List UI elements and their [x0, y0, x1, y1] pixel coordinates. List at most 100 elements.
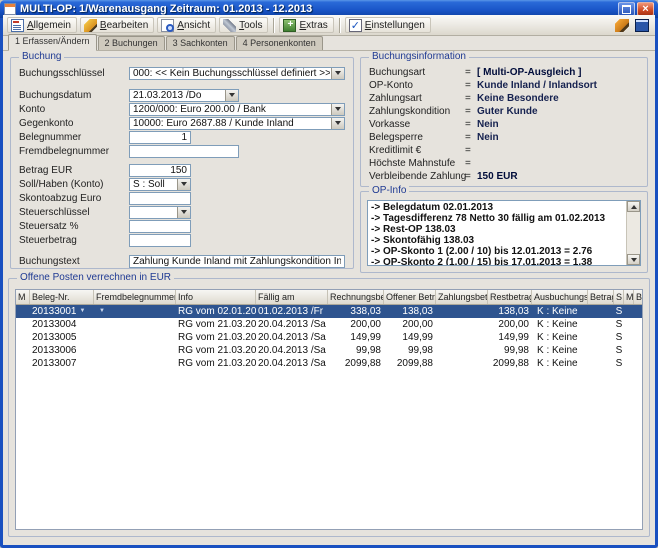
close-button[interactable]: × — [637, 2, 654, 16]
table-cell — [624, 318, 634, 331]
toolbar-button-ansicht[interactable]: Ansicht — [157, 17, 216, 33]
fremdbelegnummer-field[interactable] — [129, 145, 239, 158]
table-cell — [94, 357, 176, 370]
dropdown-button[interactable] — [331, 68, 344, 79]
dropdown-button[interactable] — [177, 179, 190, 190]
opinfo-line: -> OP-Skonto 2 (1.00 / 15) bis 17.01.201… — [371, 257, 624, 266]
buchungsschluessel-select[interactable]: 000: << Kein Buchungsschlüssel definiert… — [129, 67, 345, 80]
equals-sign: = — [465, 67, 477, 78]
column-header[interactable]: Info — [176, 290, 256, 304]
buchung-form: Buchungsschlüssel 000: << Kein Buchungss… — [11, 58, 353, 268]
column-header[interactable]: Zahlungsbetrag — [436, 290, 488, 304]
form-row: Betrag EUR 150 — [19, 163, 345, 177]
buchungstext-field[interactable]: Zahlung Kunde Inland mit Zahlungskonditi… — [129, 255, 345, 268]
column-header[interactable]: Fremdbelegnummer — [94, 290, 176, 304]
column-header[interactable]: Fällig am — [256, 290, 328, 304]
info-value: Kunde Inland / Inlandsort — [477, 80, 597, 91]
table-cell: K : Keine — [532, 331, 588, 344]
tab-3-sachkonten[interactable]: 3 Sachkonten — [166, 36, 235, 50]
table-cell: 200,00 — [328, 318, 384, 331]
toolbar-button-bearbeiten[interactable]: Bearbeiten — [80, 17, 154, 33]
toolbar-button-label: Allgemein — [27, 20, 71, 31]
dropdown-icon[interactable]: ▼ — [99, 305, 105, 318]
betrag-field[interactable]: 150 — [129, 164, 191, 177]
sollhaben-select[interactable]: S : Soll — [129, 178, 191, 191]
gegenkonto-select[interactable]: 10000: Euro 2687.88 / Kunde Inland — [129, 117, 345, 130]
window-title: MULTI-OP: 1/Warenausgang Zeitraum: 01.20… — [20, 3, 614, 15]
column-header[interactable]: B — [634, 290, 643, 304]
maximize-button[interactable] — [618, 2, 635, 16]
toolbar-button-tools[interactable]: Tools — [219, 17, 268, 33]
table-row[interactable]: 20133004RG vom 21.03.201320.04.2013 /Sa2… — [16, 318, 642, 331]
tab-4-personenkonten[interactable]: 4 Personenkonten — [236, 36, 323, 50]
info-value: Nein — [477, 132, 499, 143]
steuerbetrag-field[interactable] — [129, 234, 191, 247]
table-cell — [16, 344, 30, 357]
op-group: Offene Posten verrechnen in EUR MBeleg-N… — [8, 278, 650, 537]
column-header[interactable]: Offener Betrag — [384, 290, 436, 304]
konto-select[interactable]: 1200/000: Euro 200.00 / Bank — [129, 103, 345, 116]
skontoabzug-field[interactable] — [129, 192, 191, 205]
column-header[interactable]: Rechnungsbetrag — [328, 290, 384, 304]
dropdown-button[interactable] — [177, 207, 190, 218]
steuersatz-field[interactable] — [129, 220, 191, 233]
chevron-down-icon — [335, 121, 341, 125]
opinfo-scrollbar[interactable] — [626, 201, 640, 265]
equals-sign: = — [465, 158, 477, 169]
edit-icon — [84, 19, 97, 32]
table-cell — [436, 357, 488, 370]
form-row: Gegenkonto 10000: Euro 2687.88 / Kunde I… — [19, 116, 345, 130]
table-row[interactable]: 20133001▼▼RG vom 02.01.201301.02.2013 /F… — [16, 305, 642, 318]
column-header[interactable]: Ausbuchungsart — [532, 290, 588, 304]
dropdown-button[interactable] — [331, 118, 344, 129]
table-cell — [94, 318, 176, 331]
betrag-value: 150 — [133, 165, 187, 176]
toolbar-button-allgemein[interactable]: Allgemein — [7, 17, 77, 33]
dropdown-button[interactable] — [225, 90, 238, 101]
toolbar-separator — [339, 18, 340, 33]
column-header[interactable]: Restbetrag — [488, 290, 532, 304]
tab-1-erfassen-ändern[interactable]: 1 Erfassen/Ändern — [8, 34, 97, 51]
scroll-up-button[interactable] — [627, 201, 640, 212]
info-row: Zahlungskondition=Guter Kunde — [369, 105, 641, 118]
dropdown-button[interactable] — [331, 104, 344, 115]
column-header[interactable]: Betrag — [588, 290, 614, 304]
buchungsdatum-select[interactable]: 21.03.2013 /Do — [129, 89, 239, 102]
info-value: Nein — [477, 119, 499, 130]
tab-2-buchungen[interactable]: 2 Buchungen — [98, 36, 165, 50]
steuerschluessel-label: Steuerschlüssel — [19, 207, 129, 218]
pen-icon[interactable] — [615, 19, 629, 32]
scroll-down-button[interactable] — [627, 254, 640, 265]
opinfo-listbox[interactable]: -> Belegdatum 02.01.2013-> Tagesdifferen… — [367, 200, 641, 266]
window-icon[interactable] — [635, 19, 649, 32]
table-cell: RG vom 21.03.2013 — [176, 357, 256, 370]
table-cell: 200,00 — [384, 318, 436, 331]
table-row[interactable]: 20133007RG vom 21.03.201320.04.2013 /Sa2… — [16, 357, 642, 370]
belegnummer-field[interactable]: 1 — [129, 131, 191, 144]
column-header[interactable]: S — [614, 290, 624, 304]
table-cell: 99,98 — [488, 344, 532, 357]
table-cell: 99,98 — [384, 344, 436, 357]
info-label: Belegsperre — [369, 132, 465, 143]
table-row[interactable]: 20133005RG vom 21.03.201320.04.2013 /Sa1… — [16, 331, 642, 344]
steuerschluessel-select[interactable] — [129, 206, 191, 219]
form-row: Fremdbelegnummer — [19, 144, 345, 158]
toolbar-items: Allgemein BearbeitenAnsichtTools Extras Ein… — [7, 17, 431, 33]
dropdown-icon[interactable]: ▼ — [80, 305, 86, 318]
form-row: Soll/Haben (Konto) S : Soll — [19, 177, 345, 191]
chevron-down-icon — [181, 182, 187, 186]
steuerbetrag-label: Steuerbetrag — [19, 235, 129, 246]
main-area: Buchung Buchungsschlüssel 000: << Kein B… — [3, 51, 655, 545]
table-cell: 338,03 — [328, 305, 384, 318]
arrow-down-icon — [631, 258, 637, 262]
table-cell: S — [614, 331, 624, 344]
form-row: Steuersatz % — [19, 219, 345, 233]
toolbar-button-extras[interactable]: Extras — [279, 17, 333, 33]
table-cell: 20133004 — [30, 318, 94, 331]
table-row[interactable]: 20133006RG vom 21.03.201320.04.2013 /Sa9… — [16, 344, 642, 357]
opinfo-line: -> Rest-OP 138.03 — [371, 224, 624, 235]
column-header[interactable]: M — [16, 290, 30, 304]
column-header[interactable]: Beleg-Nr. — [30, 290, 94, 304]
toolbar-button-einstellungen[interactable]: Einstellungen — [345, 17, 431, 33]
column-header[interactable]: M — [624, 290, 634, 304]
